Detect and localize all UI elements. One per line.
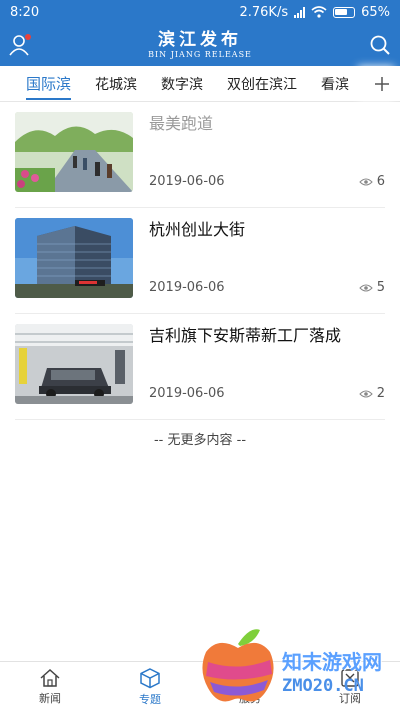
news-list: 最美跑道 2019-06-06 6 杭州创业大街 2019-06-06 5 吉利… [0, 102, 400, 420]
brand-subtitle: BIN JIANG RELEASE [148, 49, 252, 59]
news-views: 6 [359, 174, 385, 189]
wifi-icon [311, 6, 327, 18]
view-count: 2 [376, 386, 385, 401]
status-indicators: 2.76K/s 65% [239, 5, 390, 20]
tab-guojibin[interactable]: 国际滨 [26, 66, 72, 101]
news-item[interactable]: 杭州创业大街 2019-06-06 5 [15, 208, 385, 314]
eye-icon [359, 284, 373, 291]
news-title: 最美跑道 [149, 114, 214, 133]
app-header: 滨江发布 BIN JIANG RELEASE [0, 24, 400, 66]
tab-huachengbin[interactable]: 花城滨 [95, 66, 137, 101]
tab-scroll[interactable]: 国际滨 花城滨 数字滨 双创在滨江 看滨 [0, 66, 364, 101]
news-item[interactable]: 吉利旗下安斯蒂新工厂落成 2019-06-06 2 [15, 314, 385, 420]
eye-icon [359, 390, 373, 397]
brand-title: 滨江发布 [158, 29, 242, 50]
news-views: 2 [359, 386, 385, 401]
nav-news[interactable]: 新闻 [0, 662, 100, 711]
nav-label: 新闻 [39, 691, 61, 705]
eye-icon [359, 178, 373, 185]
news-views: 5 [359, 280, 385, 295]
nav-topics[interactable]: 专题 [100, 662, 200, 711]
user-icon[interactable] [8, 33, 32, 57]
network-speed: 2.76K/s [239, 4, 289, 20]
tab-shuzibin[interactable]: 数字滨 [161, 66, 203, 101]
view-count: 5 [376, 280, 385, 295]
news-title: 吉利旗下安斯蒂新工厂落成 [149, 326, 342, 345]
signal-icon [294, 6, 306, 18]
news-date: 2019-06-06 [149, 386, 225, 401]
status-time: 8:20 [10, 4, 40, 20]
tab-shuangchuang[interactable]: 双创在滨江 [227, 66, 297, 101]
app-logo: 滨江发布 BIN JIANG RELEASE [148, 31, 252, 60]
home-icon [40, 668, 60, 687]
news-date: 2019-06-06 [149, 280, 225, 295]
watermark: 知末游戏网 ZMO20.CN [198, 622, 398, 708]
add-tab-button[interactable] [364, 66, 400, 101]
category-tabs: 国际滨 花城滨 数字滨 双创在滨江 看滨 [0, 66, 400, 102]
watermark-line2: ZMO20.CN [282, 676, 364, 696]
news-date: 2019-06-06 [149, 174, 225, 189]
cube-icon [140, 667, 160, 688]
view-count: 6 [376, 174, 385, 189]
battery-icon [333, 6, 356, 18]
news-thumbnail-building [15, 218, 133, 298]
no-more-content: -- 无更多内容 -- [153, 433, 247, 448]
news-item[interactable]: 最美跑道 2019-06-06 6 [15, 102, 385, 208]
news-thumbnail-factory [15, 324, 133, 404]
watermark-line1: 知末游戏网 [282, 650, 382, 674]
status-bar: 8:20 2.76K/s 65% [0, 0, 400, 24]
tab-kanbin[interactable]: 看滨 [321, 66, 349, 101]
battery-level: 65% [361, 4, 390, 20]
nav-label: 专题 [139, 692, 161, 706]
news-thumbnail-runway [15, 112, 133, 192]
apple-logo-icon [202, 629, 274, 702]
search-icon[interactable] [368, 33, 392, 57]
news-title: 杭州创业大街 [149, 220, 246, 239]
plus-icon [375, 76, 389, 91]
